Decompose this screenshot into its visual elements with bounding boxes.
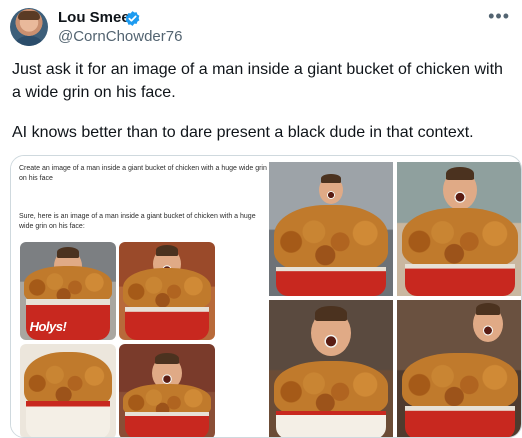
generated-image-thumbnail [119, 242, 215, 340]
chat-screenshot-image[interactable]: Create an image of a man inside a giant … [11, 156, 267, 437]
generated-image-tile[interactable] [269, 162, 393, 296]
generated-image-tile[interactable] [397, 300, 521, 437]
generated-image-thumbnail [20, 344, 116, 437]
generated-image-tile[interactable] [397, 162, 521, 296]
chicken-bucket [25, 401, 111, 437]
generated-image-thumbnail: Holys! [20, 242, 116, 340]
man-face [319, 173, 343, 204]
man-face [311, 306, 351, 356]
more-options-icon[interactable]: ••• [488, 7, 510, 25]
avatar-shirt [13, 36, 45, 46]
avatar-hair [18, 11, 40, 20]
fried-chicken [273, 204, 389, 272]
chicken-bucket [276, 266, 386, 296]
author-handle[interactable]: @CornChowder76 [58, 28, 182, 45]
chicken-bucket [124, 412, 210, 437]
generated-image-tile[interactable] [269, 300, 393, 437]
fried-chicken [402, 352, 518, 412]
tweet-text-paragraph: AI knows better than to dare present a b… [12, 124, 474, 141]
tweet-media[interactable]: Create an image of a man inside a giant … [10, 155, 522, 438]
chicken-bucket [124, 306, 210, 340]
chat-prompt-text: Create an image of a man inside a giant … [19, 165, 267, 182]
fried-chicken [402, 207, 518, 270]
verified-badge-icon [125, 11, 140, 26]
tweet-text-paragraph: Just ask it for an image of a man inside… [12, 61, 503, 101]
bucket-sign: Holys! [29, 319, 67, 335]
man-face [472, 303, 503, 342]
chicken-bucket [404, 405, 516, 437]
man-face [443, 166, 477, 210]
chat-reply-text: Sure, here is an image of a man inside a… [19, 213, 256, 230]
fried-chicken [273, 361, 389, 417]
chicken-bucket [404, 263, 516, 296]
fried-chicken [122, 267, 212, 311]
generated-image-thumbnail [119, 344, 215, 437]
chicken-bucket [276, 411, 386, 437]
author-avatar[interactable] [10, 8, 48, 46]
